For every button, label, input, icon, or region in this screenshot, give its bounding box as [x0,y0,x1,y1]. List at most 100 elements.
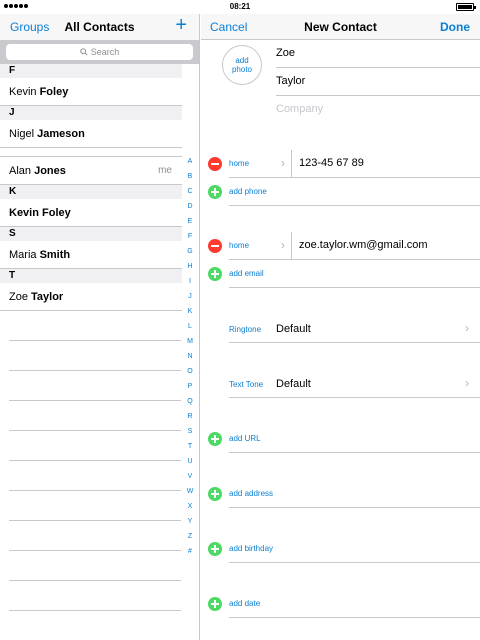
add-photo-button[interactable]: add photo [222,45,262,85]
add-email-row[interactable]: add email [201,260,480,288]
add-address-label[interactable]: add address [229,489,273,498]
last-name-field[interactable]: Taylor [276,68,480,96]
phone-type-label[interactable]: home [229,159,249,168]
contact-last-name: Jameson [37,128,85,140]
index-letter[interactable]: V [188,469,193,484]
chevron-right-icon: › [465,376,469,390]
add-address-row[interactable]: add address [201,480,480,508]
row-divider [229,617,480,618]
add-url-label[interactable]: add URL [229,434,261,443]
add-contact-button[interactable]: + [175,14,187,36]
row-divider [229,205,480,206]
index-letter[interactable]: # [188,544,192,559]
index-letter[interactable]: C [187,184,192,199]
done-button[interactable]: Done [440,20,470,34]
add-url-row[interactable]: add URL [201,425,480,453]
empty-row [9,611,181,640]
search-placeholder: Search [90,47,120,57]
field-separator [291,150,292,178]
index-letter[interactable]: B [188,169,193,184]
index-letter[interactable]: U [187,454,192,469]
index-letter[interactable]: X [188,499,193,514]
email-field[interactable]: zoe.taylor.wm@gmail.com [299,239,428,251]
company-field[interactable]: Company [276,96,480,124]
contact-first-name: Zoe [9,291,32,303]
add-photo-label: photo [231,65,253,74]
add-birthday-label[interactable]: add birthday [229,544,273,553]
empty-row [9,371,181,401]
add-photo-label: add [235,56,249,65]
contact-row[interactable]: Nigel Jameson [0,120,182,148]
add-birthday-row[interactable]: add birthday [201,535,480,563]
contact-row[interactable]: Alan Jones me [0,157,182,185]
add-date-icon[interactable] [208,597,222,611]
index-letter[interactable]: T [188,439,192,454]
add-email-label[interactable]: add email [229,269,264,278]
status-time: 08:21 [229,2,251,11]
contact-first-name: Kevin [9,86,40,98]
add-url-icon[interactable] [208,432,222,446]
email-row: home › zoe.taylor.wm@gmail.com [201,232,480,260]
add-date-label[interactable]: add date [229,599,260,608]
phone-row: home › 123-45 67 89 [201,150,480,178]
index-letter[interactable]: G [187,244,192,259]
index-letter[interactable]: O [187,364,192,379]
index-letter[interactable]: N [187,349,192,364]
chevron-right-icon: › [281,238,285,252]
new-contact-panel: Cancel New Contact Done add photo Zoe Ta… [201,14,480,640]
chevron-right-icon: › [281,156,285,170]
index-letter[interactable]: F [188,229,192,244]
contacts-title: All Contacts [64,20,135,34]
index-letter[interactable]: L [188,319,192,334]
index-letter[interactable]: J [188,289,192,304]
contact-last-name: Smith [39,249,71,261]
index-letter[interactable]: A [188,154,193,169]
email-type-label[interactable]: home [229,241,249,250]
delete-phone-icon[interactable] [208,157,222,171]
add-phone-label[interactable]: add phone [229,187,267,196]
add-date-row[interactable]: add date [201,590,480,618]
index-letter[interactable]: D [187,199,192,214]
section-index[interactable]: A B C D E F G H I J K L M N O P Q R S T U V W X Y Z # [183,154,197,559]
contact-row[interactable]: Maria Smith [0,241,182,269]
contact-name: Kevin Foley [9,207,71,219]
delete-email-icon[interactable] [208,239,222,253]
index-letter[interactable]: M [187,334,193,349]
search-input[interactable]: Search [6,44,193,60]
ringtone-row[interactable]: Ringtone Default › [201,315,480,343]
index-letter[interactable]: H [187,259,192,274]
text-tone-row[interactable]: Text Tone Default › [201,370,480,398]
index-letter[interactable]: W [187,484,194,499]
field-separator [291,232,292,260]
index-letter[interactable]: Q [187,394,192,409]
row-divider [229,507,480,508]
contact-last-name: Jones [34,165,66,177]
add-address-icon[interactable] [208,487,222,501]
phone-field[interactable]: 123-45 67 89 [299,157,364,169]
first-name-field[interactable]: Zoe [276,40,480,68]
index-letter[interactable]: Z [188,529,192,544]
section-header-s: S [0,227,182,241]
row-divider [229,452,480,453]
add-birthday-icon[interactable] [208,542,222,556]
index-letter[interactable]: E [188,214,193,229]
contact-row[interactable]: Zoe Taylor [0,283,182,311]
add-phone-row[interactable]: add phone [201,178,480,206]
index-letter[interactable]: I [189,274,191,289]
index-letter[interactable]: S [188,424,193,439]
contact-row[interactable]: Kevin Foley [0,199,182,227]
index-letter[interactable]: P [188,379,193,394]
contacts-panel: Groups All Contacts + Search F Kevin Fol… [0,14,200,640]
add-phone-icon[interactable] [208,185,222,199]
contact-row[interactable]: Kevin Foley [0,78,182,106]
search-icon [80,48,88,56]
empty-row [9,521,181,551]
new-contact-nav-bar: Cancel New Contact Done [201,14,480,40]
contact-first-name: Alan [9,165,35,177]
ringtone-label: Ringtone [229,325,262,334]
index-letter[interactable]: Y [188,514,193,529]
index-letter[interactable]: K [188,304,193,319]
add-email-icon[interactable] [208,267,222,281]
index-letter[interactable]: R [187,409,192,424]
empty-row [9,431,181,461]
